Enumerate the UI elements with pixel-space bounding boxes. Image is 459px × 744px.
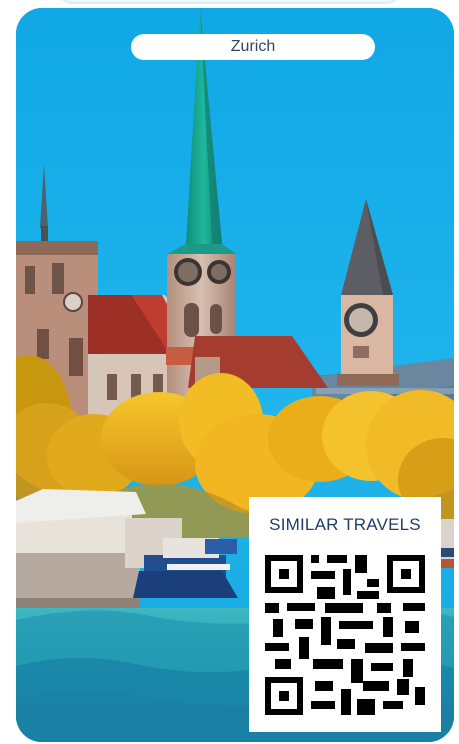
zurich-destination-card[interactable]: Zurich SIMILAR TRAVELS bbox=[16, 8, 454, 742]
qr-module bbox=[339, 621, 373, 629]
qr-module bbox=[311, 571, 335, 579]
qr-module bbox=[287, 603, 315, 611]
city-name-label: Zurich bbox=[230, 38, 276, 55]
qr-module bbox=[415, 687, 425, 705]
qr-module bbox=[275, 659, 291, 669]
qr-module bbox=[397, 679, 409, 695]
similar-travels-title: SIMILAR TRAVELS bbox=[269, 515, 421, 534]
qr-module bbox=[273, 619, 283, 637]
qr-module bbox=[313, 659, 343, 669]
qr-module bbox=[299, 637, 309, 659]
qr-module bbox=[363, 681, 389, 691]
qr-module bbox=[337, 639, 355, 649]
qr-module bbox=[317, 587, 335, 599]
qr-finder-bottom-left bbox=[265, 677, 303, 715]
qr-module bbox=[341, 689, 351, 715]
qr-module bbox=[311, 701, 335, 709]
qr-module bbox=[265, 603, 279, 613]
qr-module bbox=[343, 569, 351, 595]
qr-module bbox=[371, 663, 393, 671]
qr-code-icon[interactable] bbox=[265, 555, 425, 715]
qr-module bbox=[403, 603, 425, 611]
qr-module bbox=[357, 699, 375, 715]
city-name-pill[interactable]: Zurich bbox=[131, 34, 375, 60]
qr-module bbox=[355, 555, 367, 573]
qr-module bbox=[295, 619, 313, 629]
travel-card-page: Zurich SIMILAR TRAVELS bbox=[0, 0, 459, 744]
qr-module bbox=[377, 603, 391, 613]
qr-module bbox=[405, 621, 419, 633]
qr-module bbox=[383, 617, 393, 637]
qr-module bbox=[325, 603, 363, 613]
top-card-edge bbox=[58, 0, 401, 4]
qr-module bbox=[351, 659, 363, 683]
qr-module bbox=[383, 701, 403, 709]
qr-finder-top-left bbox=[265, 555, 303, 593]
qr-module bbox=[367, 579, 379, 587]
qr-module bbox=[401, 643, 425, 651]
qr-module bbox=[327, 555, 347, 563]
similar-travels-card[interactable]: SIMILAR TRAVELS bbox=[249, 497, 441, 732]
qr-module bbox=[321, 617, 331, 645]
qr-module bbox=[357, 591, 379, 599]
qr-module bbox=[403, 659, 413, 677]
qr-finder-top-right bbox=[387, 555, 425, 593]
qr-module bbox=[315, 681, 333, 691]
qr-module bbox=[365, 643, 393, 653]
qr-module bbox=[311, 555, 319, 563]
qr-module bbox=[265, 643, 289, 651]
